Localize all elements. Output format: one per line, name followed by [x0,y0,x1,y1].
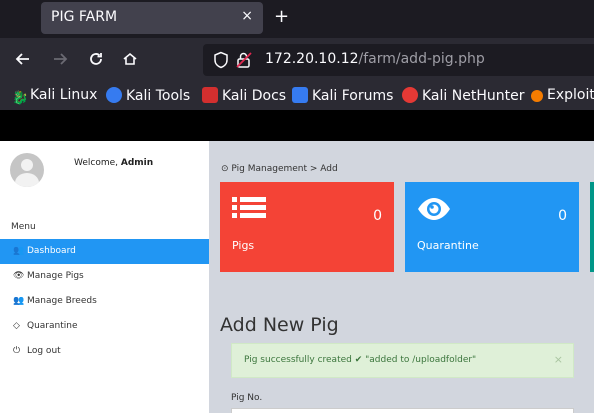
pig-no-label: Pig No. [231,393,263,403]
bookmark-kali-nethunter[interactable]: Kali NetHunter [402,87,524,104]
reload-icon[interactable] [87,50,105,72]
diamond-icon: ◇ [13,321,20,331]
bookmark-label: Kali Linux [30,87,98,103]
url-bar[interactable]: 172.20.10.12/farm/add-pig.php [203,44,594,76]
sidebar-item-label: Manage Pigs [27,271,84,281]
home-icon[interactable] [121,50,139,72]
kali-forums-icon [292,87,308,103]
quarantine-stat-card[interactable]: 0 Quarantine [405,182,579,272]
url-path: /farm/add-pig.php [358,51,485,67]
username: Admin [120,158,154,168]
power-icon: ⏻ [13,346,21,356]
bookmarks-bar: 🐉 Kali Linux Kali Tools Kali Docs Kali Fo… [0,82,594,110]
sidebar-item-label: Dashboard [27,246,76,256]
back-arrow-icon[interactable] [14,50,32,72]
alert-message: Pig successfully created [244,355,352,365]
menu-heading: Menu [11,222,36,232]
pigs-stat-card[interactable]: 0 Pigs [220,182,394,272]
avatar [10,153,44,187]
nav-bar: 172.20.10.12/farm/add-pig.php [0,38,594,82]
bookmark-exploit-db[interactable]: Exploit [531,87,594,103]
insecure-lock-icon[interactable] [236,51,252,73]
pigs-count: 0 [373,208,382,224]
new-tab-button[interactable]: + [274,6,289,27]
breadcrumb-text: Pig Management > Add [231,164,338,174]
sidebar-item-label: Manage Breeds [27,296,97,306]
page-title: Add New Pig [220,314,339,336]
quarantine-card-label: Quarantine [417,239,479,252]
kali-tools-icon [106,87,122,103]
quarantine-count: 0 [558,208,567,224]
sidebar-item-label: Quarantine [27,321,78,331]
bookmark-label: Kali Docs [222,88,287,104]
alert-detail: "added to /uploadfolder" [365,355,477,365]
check-icon: ✔ [354,355,363,365]
kali-docs-icon [202,87,218,103]
sidebar-item-dashboard[interactable]: 👥 Dashboard [0,239,209,264]
success-alert: Pig successfully created ✔ "added to /up… [231,343,574,378]
kali-nethunter-icon [402,87,418,103]
third-stat-card[interactable] [590,182,594,272]
users-icon: 👥 [13,246,25,256]
tab-bar: PIG FARM × + [0,0,594,38]
exploit-db-icon [531,90,543,102]
sidebar-item-manage-pigs[interactable]: 👁 Manage Pigs [0,264,209,289]
eye-icon: 👁 [13,271,25,281]
sidebar: Welcome, Admin Menu 👥 Dashboard 👁 Manage P… [0,141,209,413]
alert-text: Pig successfully created ✔ "added to /up… [244,355,476,365]
welcome-prefix: Welcome, [74,158,121,168]
shield-icon[interactable] [213,51,229,73]
users-icon: 👥 [13,296,25,306]
url-text: 172.20.10.12/farm/add-pig.php [265,51,485,67]
pigs-card-label: Pigs [232,239,255,252]
tab-close-icon[interactable]: × [241,8,253,24]
eye-icon [417,196,451,226]
bookmark-kali-linux[interactable]: 🐉 Kali Linux [12,87,97,107]
sidebar-item-logout[interactable]: ⏻ Log out [0,339,209,364]
url-host: 172.20.10.12 [265,51,359,67]
top-navbar [0,110,594,141]
dashboard-gauge-icon: ⊙ [221,164,229,174]
sidebar-item-manage-breeds[interactable]: 👥 Manage Breeds [0,289,209,314]
bookmark-label: Exploit [547,87,594,103]
pig-no-input[interactable] [231,408,574,413]
bookmark-kali-forums[interactable]: Kali Forums [292,87,393,104]
breadcrumb: ⊙ Pig Management > Add [221,164,338,174]
bookmark-kali-tools[interactable]: Kali Tools [106,87,190,104]
bookmark-label: Kali Tools [126,88,191,104]
sidebar-item-quarantine[interactable]: ◇ Quarantine [0,314,209,339]
close-icon[interactable]: × [554,353,563,366]
kali-dragon-icon: 🐉 [12,91,29,106]
welcome-text: Welcome, Admin [74,158,153,168]
forward-arrow-icon[interactable] [51,50,69,72]
bookmark-kali-docs[interactable]: Kali Docs [202,87,286,104]
bookmark-label: Kali Forums [312,88,394,104]
list-icon [232,196,266,228]
bookmark-label: Kali NetHunter [422,88,525,104]
browser-tab[interactable]: PIG FARM × [41,2,263,34]
tab-title: PIG FARM [51,9,118,25]
sidebar-item-label: Log out [27,346,61,356]
